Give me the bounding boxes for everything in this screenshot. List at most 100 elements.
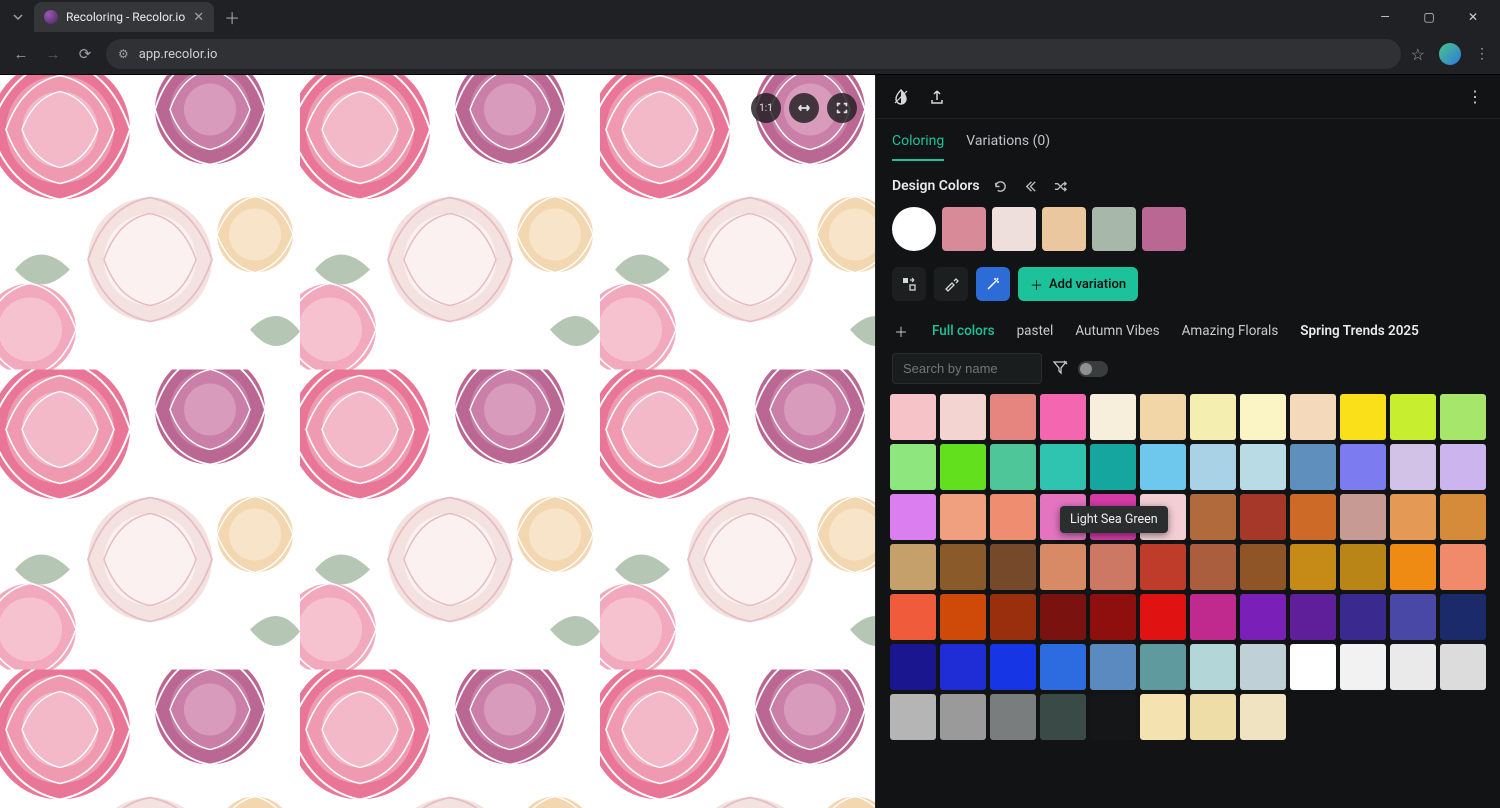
palette-swatch[interactable] — [1090, 394, 1136, 440]
palette-swatch[interactable] — [1040, 644, 1086, 690]
palette-swatch[interactable] — [990, 644, 1036, 690]
export-icon[interactable] — [928, 88, 946, 106]
palette-swatch[interactable] — [890, 544, 936, 590]
forward-button[interactable]: → — [42, 45, 64, 63]
design-swatch[interactable] — [992, 207, 1036, 251]
palette-swatch[interactable] — [890, 394, 936, 440]
tab-coloring[interactable]: Coloring — [892, 133, 944, 161]
maximize-button[interactable]: ▢ — [1414, 10, 1444, 24]
fullscreen-button[interactable] — [827, 93, 857, 123]
fit-width-button[interactable] — [789, 93, 819, 123]
magic-wand-button[interactable] — [976, 267, 1010, 301]
palette-swatch[interactable] — [940, 594, 986, 640]
palette-swatch[interactable] — [1090, 594, 1136, 640]
palette-swatch[interactable] — [1390, 594, 1436, 640]
site-info-icon[interactable]: ⚙ — [118, 47, 129, 61]
palette-swatch[interactable] — [940, 444, 986, 490]
shuffle-icon[interactable] — [1052, 177, 1070, 195]
new-tab-button[interactable]: ＋ — [220, 5, 244, 29]
bookmark-button[interactable]: ☆ — [1411, 45, 1425, 64]
palette-swatch[interactable] — [1340, 644, 1386, 690]
add-variation-button[interactable]: ＋ Add variation — [1018, 267, 1138, 301]
palette-tab-full-colors[interactable]: Full colors — [932, 323, 995, 339]
palette-swatch[interactable] — [1290, 594, 1336, 640]
palette-swatch[interactable] — [1440, 544, 1486, 590]
palette-swatch[interactable] — [1290, 444, 1336, 490]
palette-swatch[interactable] — [1340, 594, 1386, 640]
collapse-icon[interactable] — [1022, 177, 1040, 195]
palette-swatch[interactable] — [1440, 394, 1486, 440]
design-swatch[interactable] — [1042, 207, 1086, 251]
palette-swatch[interactable] — [1390, 644, 1436, 690]
palette-swatch[interactable] — [1240, 544, 1286, 590]
palette-swatch[interactable] — [1040, 594, 1086, 640]
palette-swatch[interactable] — [890, 694, 936, 740]
palette-swatch[interactable] — [1040, 694, 1086, 740]
close-window-button[interactable]: ✕ — [1458, 10, 1488, 24]
palette-swatch[interactable] — [990, 544, 1036, 590]
palette-swatch[interactable] — [1440, 644, 1486, 690]
palette-swatch[interactable] — [1190, 544, 1236, 590]
palette-swatch[interactable] — [1390, 494, 1436, 540]
eyedropper-button[interactable] — [934, 267, 968, 301]
palette-swatch[interactable] — [1190, 644, 1236, 690]
palette-swatch[interactable] — [1040, 544, 1086, 590]
palette-tab-autumn[interactable]: Autumn Vibes — [1075, 323, 1159, 339]
invert-colors-icon[interactable] — [892, 88, 910, 106]
palette-swatch[interactable] — [1090, 544, 1136, 590]
palette-swatch[interactable] — [1140, 444, 1186, 490]
palette-swatch[interactable] — [890, 594, 936, 640]
palette-swatch[interactable] — [890, 644, 936, 690]
palette-swatch[interactable] — [1290, 394, 1336, 440]
address-bar[interactable]: ⚙ app.recolor.io — [106, 39, 1401, 69]
palette-swatch[interactable] — [1040, 494, 1086, 540]
zoom-actual-size-button[interactable]: 1:1 — [751, 93, 781, 123]
palette-swatch[interactable] — [1240, 394, 1286, 440]
palette-swatch[interactable] — [1140, 644, 1186, 690]
palette-swatch[interactable] — [990, 594, 1036, 640]
palette-swatch[interactable] — [1440, 594, 1486, 640]
palette-swatch[interactable] — [1190, 394, 1236, 440]
palette-swatch[interactable] — [1290, 494, 1336, 540]
palette-swatch[interactable] — [1240, 594, 1286, 640]
palette-swatch[interactable] — [1140, 544, 1186, 590]
palette-swatch[interactable] — [1090, 644, 1136, 690]
palette-swatch[interactable] — [990, 494, 1036, 540]
palette-swatch[interactable] — [990, 694, 1036, 740]
filter-icon[interactable] — [1052, 359, 1068, 379]
add-palette-button[interactable]: ＋ — [892, 321, 910, 341]
tabs-dropdown-button[interactable] — [8, 7, 28, 27]
palette-swatch[interactable] — [890, 494, 936, 540]
palette-swatch[interactable] — [940, 644, 986, 690]
design-canvas[interactable]: 1:1 — [0, 75, 875, 808]
design-swatch[interactable] — [1092, 207, 1136, 251]
palette-swatch[interactable] — [1190, 594, 1236, 640]
palette-swatch[interactable] — [1190, 694, 1236, 740]
design-swatch[interactable] — [1142, 207, 1186, 251]
palette-swatch[interactable] — [940, 394, 986, 440]
palette-swatch[interactable] — [1190, 494, 1236, 540]
palette-swatch[interactable] — [1440, 494, 1486, 540]
reload-button[interactable]: ⟳ — [74, 45, 96, 63]
palette-swatch[interactable] — [1390, 444, 1436, 490]
palette-swatch[interactable] — [1140, 394, 1186, 440]
palette-swatch[interactable] — [1390, 544, 1436, 590]
swap-tool-button[interactable] — [892, 267, 926, 301]
palette-swatch[interactable] — [940, 544, 986, 590]
palette-swatch[interactable] — [1040, 444, 1086, 490]
profile-avatar[interactable] — [1439, 43, 1461, 65]
back-button[interactable]: ← — [10, 45, 32, 63]
palette-toggle[interactable] — [1078, 361, 1108, 377]
palette-swatch[interactable] — [1440, 444, 1486, 490]
palette-swatch[interactable] — [1190, 444, 1236, 490]
browser-menu-button[interactable]: ⋮ — [1475, 46, 1490, 62]
browser-tab[interactable]: Recoloring - Recolor.io ✕ — [34, 2, 214, 32]
palette-swatch[interactable] — [1140, 594, 1186, 640]
palette-swatch[interactable] — [1140, 494, 1186, 540]
palette-swatch[interactable] — [1040, 394, 1086, 440]
palette-swatch[interactable] — [990, 394, 1036, 440]
palette-swatch[interactable] — [890, 444, 936, 490]
reset-colors-icon[interactable] — [992, 177, 1010, 195]
tab-variations[interactable]: Variations (0) — [966, 133, 1050, 161]
panel-menu-button[interactable]: ⋮ — [1466, 88, 1484, 106]
